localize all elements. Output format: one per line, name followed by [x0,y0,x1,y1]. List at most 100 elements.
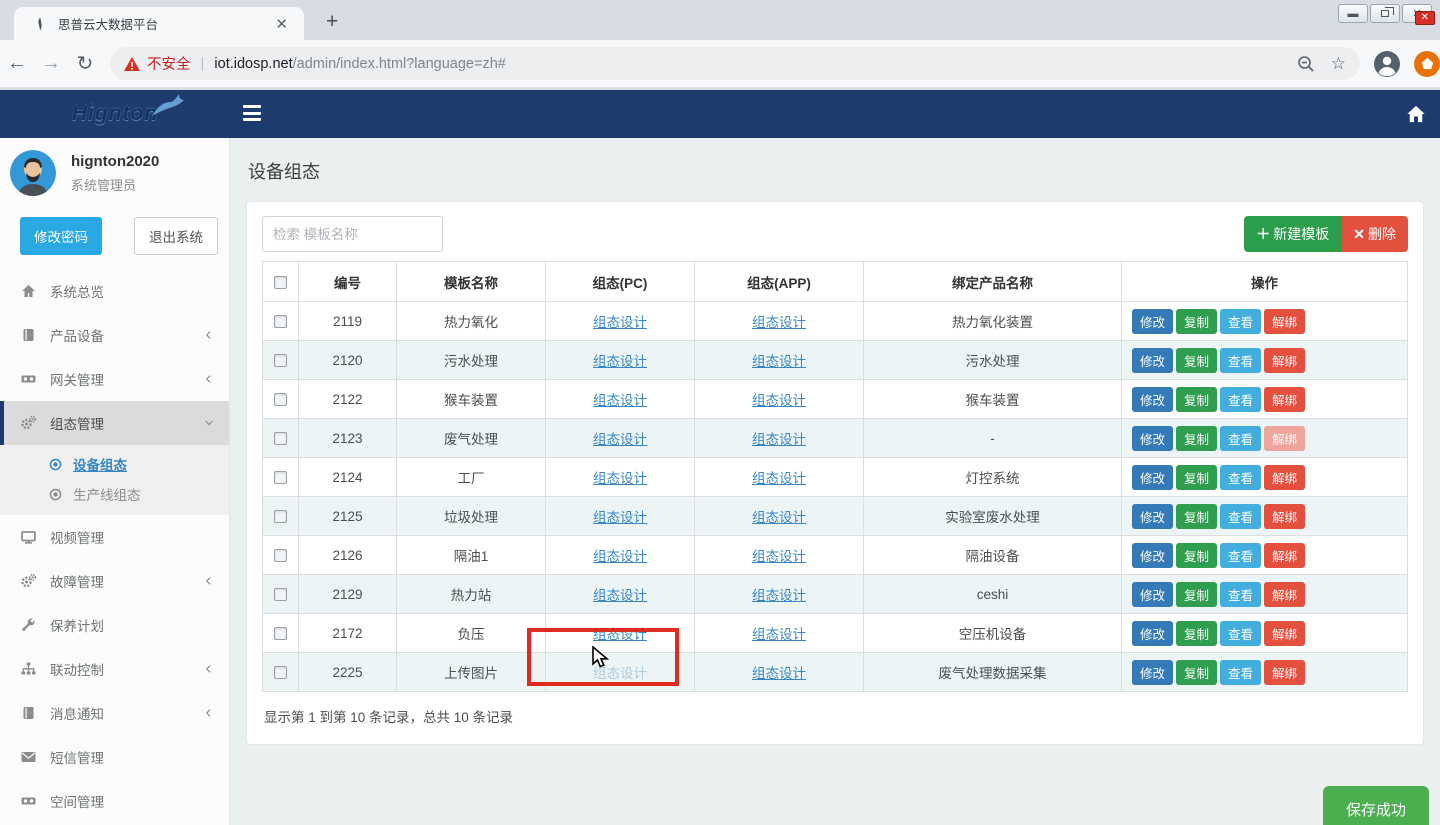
copy-button[interactable]: 复制 [1176,582,1217,607]
sidebar-item[interactable]: 保养计划 [0,603,229,647]
home-icon-button[interactable] [1406,104,1426,124]
pc-design-link[interactable]: 组态设计 [593,393,647,408]
row-checkbox[interactable] [274,432,287,445]
reload-icon[interactable]: ↻ [68,51,102,76]
unbind-button[interactable]: 解绑 [1264,465,1305,490]
row-checkbox[interactable] [274,393,287,406]
sidebar-item[interactable]: 视频管理 [0,515,229,559]
select-all-checkbox[interactable] [274,276,287,289]
sidebar-item[interactable]: 短信管理 [0,735,229,779]
view-button[interactable]: 查看 [1220,387,1261,412]
modify-button[interactable]: 修改 [1132,582,1173,607]
pc-design-link[interactable]: 组态设计 [593,315,647,330]
copy-button[interactable]: 复制 [1176,543,1217,568]
modify-button[interactable]: 修改 [1132,543,1173,568]
view-button[interactable]: 查看 [1220,582,1261,607]
unbind-button[interactable]: 解绑 [1264,621,1305,646]
browser-extension-icon[interactable] [1414,51,1440,77]
view-button[interactable]: 查看 [1220,621,1261,646]
modify-button[interactable]: 修改 [1132,504,1173,529]
unbind-button[interactable]: 解绑 [1264,543,1305,568]
app-design-link[interactable]: 组态设计 [752,627,806,642]
copy-button[interactable]: 复制 [1176,309,1217,334]
modify-button[interactable]: 修改 [1132,309,1173,334]
app-design-link[interactable]: 组态设计 [752,393,806,408]
app-design-link[interactable]: 组态设计 [752,510,806,525]
sidebar-item[interactable]: 组态管理 [0,401,229,445]
copy-button[interactable]: 复制 [1176,621,1217,646]
sidebar-item[interactable]: 产品设备 [0,313,229,357]
new-tab-button[interactable]: + [326,10,338,34]
security-label[interactable]: 不安全 [147,53,191,74]
view-button[interactable]: 查看 [1220,465,1261,490]
sidebar-item[interactable]: 消息通知 [0,691,229,735]
view-button[interactable]: 查看 [1220,504,1261,529]
search-input[interactable] [262,216,443,252]
pc-design-link[interactable]: 组态设计 [593,510,647,525]
modify-button[interactable]: 修改 [1132,660,1173,685]
row-checkbox[interactable] [274,471,287,484]
row-checkbox[interactable] [274,549,287,562]
row-checkbox[interactable] [274,354,287,367]
copy-button[interactable]: 复制 [1176,348,1217,373]
pc-design-link[interactable]: 组态设计 [593,627,647,642]
view-button[interactable]: 查看 [1220,660,1261,685]
pc-design-link[interactable]: 组态设计 [593,666,647,681]
unbind-button[interactable]: 解绑 [1264,387,1305,412]
pc-design-link[interactable]: 组态设计 [593,588,647,603]
sidebar-item[interactable]: 网关管理 [0,357,229,401]
app-design-link[interactable]: 组态设计 [752,432,806,447]
unbind-button[interactable]: 解绑 [1264,582,1305,607]
tab-close-icon[interactable]: ✕ [269,15,294,33]
bookmark-star-icon[interactable]: ☆ [1331,54,1346,74]
row-checkbox[interactable] [274,315,287,328]
pc-design-link[interactable]: 组态设计 [593,354,647,369]
app-design-link[interactable]: 组态设计 [752,315,806,330]
copy-button[interactable]: 复制 [1176,387,1217,412]
delete-button[interactable]: ✕删除 [1341,216,1408,252]
view-button[interactable]: 查看 [1220,309,1261,334]
browser-profile-icon[interactable] [1374,51,1400,77]
pc-design-link[interactable]: 组态设计 [593,432,647,447]
back-icon[interactable]: ← [0,52,34,75]
app-design-link[interactable]: 组态设计 [752,588,806,603]
view-button[interactable]: 查看 [1220,426,1261,451]
sidebar-subitem[interactable]: 生产线组态 [0,479,229,509]
new-template-button[interactable]: ＋新建模板 [1244,216,1341,252]
sidebar-item[interactable]: 系统总览 [0,269,229,313]
zoom-out-icon[interactable] [1297,55,1315,73]
app-design-link[interactable]: 组态设计 [752,666,806,681]
menu-toggle-icon[interactable] [243,105,261,121]
unbind-button[interactable]: 解绑 [1264,660,1305,685]
forward-icon[interactable]: → [34,52,68,75]
app-design-link[interactable]: 组态设计 [752,471,806,486]
view-button[interactable]: 查看 [1220,543,1261,568]
app-design-link[interactable]: 组态设计 [752,549,806,564]
logout-button[interactable]: 退出系统 [134,217,218,255]
close-button[interactable]: ✕ ✕ [1402,4,1432,23]
sidebar-item[interactable]: 故障管理 [0,559,229,603]
copy-button[interactable]: 复制 [1176,465,1217,490]
copy-button[interactable]: 复制 [1176,504,1217,529]
modify-button[interactable]: 修改 [1132,387,1173,412]
sidebar-subitem[interactable]: 设备组态 [0,449,229,479]
modify-button[interactable]: 修改 [1132,465,1173,490]
address-bar[interactable]: 不安全 | iot.idosp.net /admin/index.html?la… [110,47,1360,80]
restore-button[interactable] [1370,4,1400,23]
modify-button[interactable]: 修改 [1132,348,1173,373]
modify-button[interactable]: 修改 [1132,621,1173,646]
pc-design-link[interactable]: 组态设计 [593,549,647,564]
sidebar-item[interactable]: 空间管理 [0,779,229,823]
change-password-button[interactable]: 修改密码 [20,217,102,255]
unbind-button[interactable]: 解绑 [1264,504,1305,529]
unbind-button[interactable]: 解绑 [1264,348,1305,373]
modify-button[interactable]: 修改 [1132,426,1173,451]
minimize-button[interactable]: ▬ [1338,4,1368,23]
row-checkbox[interactable] [274,627,287,640]
sidebar-item[interactable]: 联动控制 [0,647,229,691]
copy-button[interactable]: 复制 [1176,426,1217,451]
unbind-button[interactable]: 解绑 [1264,426,1305,451]
pc-design-link[interactable]: 组态设计 [593,471,647,486]
view-button[interactable]: 查看 [1220,348,1261,373]
browser-tab[interactable]: 思普云大数据平台 ✕ [14,7,304,40]
